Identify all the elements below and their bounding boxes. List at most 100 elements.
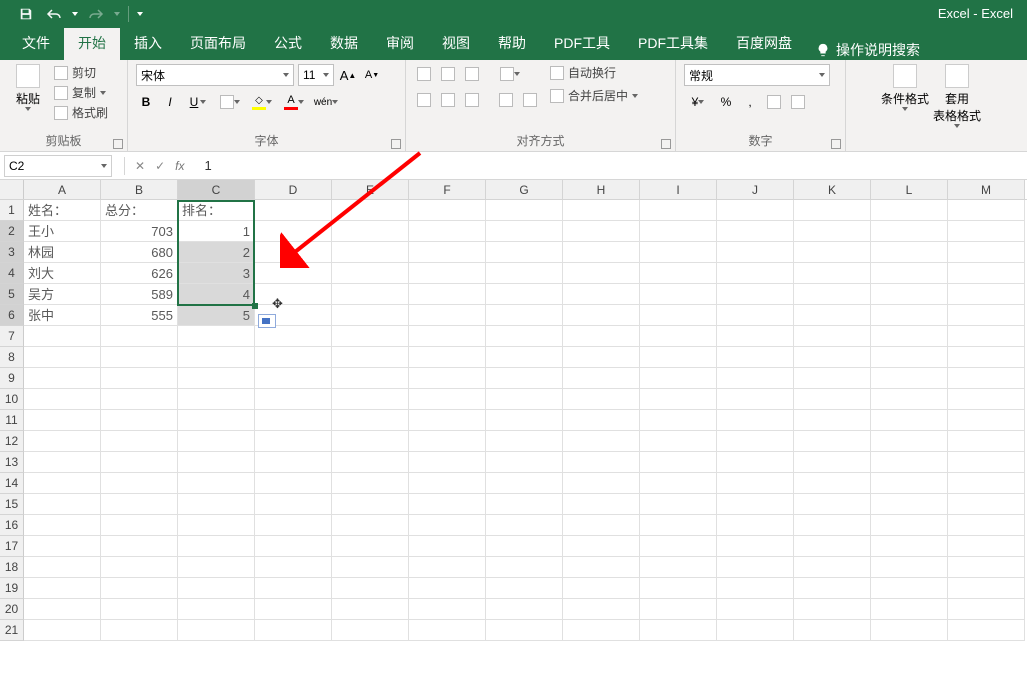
cell-A9[interactable] <box>24 368 101 389</box>
cell-J2[interactable] <box>717 221 794 242</box>
cell-D3[interactable] <box>255 242 332 263</box>
cell-I16[interactable] <box>640 515 717 536</box>
cell-E12[interactable] <box>332 431 409 452</box>
tab-insert[interactable]: 插入 <box>120 27 176 60</box>
row-header-18[interactable]: 18 <box>0 557 24 578</box>
cell-C8[interactable] <box>178 347 255 368</box>
cell-F3[interactable] <box>409 242 486 263</box>
cell-J9[interactable] <box>717 368 794 389</box>
tab-home[interactable]: 开始 <box>64 27 120 60</box>
cell-E4[interactable] <box>332 263 409 284</box>
cell-L20[interactable] <box>871 599 948 620</box>
cell-I9[interactable] <box>640 368 717 389</box>
number-dialog-launcher[interactable] <box>831 139 841 149</box>
cell-J20[interactable] <box>717 599 794 620</box>
cell-D19[interactable] <box>255 578 332 599</box>
cell-C13[interactable] <box>178 452 255 473</box>
cell-L8[interactable] <box>871 347 948 368</box>
cell-C19[interactable] <box>178 578 255 599</box>
cell-A18[interactable] <box>24 557 101 578</box>
cell-B2[interactable]: 703 <box>101 221 178 242</box>
cell-I10[interactable] <box>640 389 717 410</box>
cell-B20[interactable] <box>101 599 178 620</box>
cell-C14[interactable] <box>178 473 255 494</box>
border-button[interactable] <box>216 92 244 112</box>
cell-J18[interactable] <box>717 557 794 578</box>
cell-C10[interactable] <box>178 389 255 410</box>
cell-J21[interactable] <box>717 620 794 641</box>
cell-F8[interactable] <box>409 347 486 368</box>
cell-E18[interactable] <box>332 557 409 578</box>
alignment-dialog-launcher[interactable] <box>661 139 671 149</box>
cell-I7[interactable] <box>640 326 717 347</box>
cell-M9[interactable] <box>948 368 1025 389</box>
cell-C4[interactable]: 3 <box>178 263 255 284</box>
cell-F16[interactable] <box>409 515 486 536</box>
cell-H4[interactable] <box>563 263 640 284</box>
font-color-button[interactable]: A <box>280 92 308 112</box>
cell-H20[interactable] <box>563 599 640 620</box>
cell-J13[interactable] <box>717 452 794 473</box>
cell-H5[interactable] <box>563 284 640 305</box>
cell-I13[interactable] <box>640 452 717 473</box>
align-center-button[interactable] <box>438 90 458 110</box>
cell-C15[interactable] <box>178 494 255 515</box>
cell-J4[interactable] <box>717 263 794 284</box>
cell-A4[interactable]: 刘大 <box>24 263 101 284</box>
table-format-button[interactable]: 套用 表格格式 <box>937 64 977 128</box>
cell-A1[interactable]: 姓名： <box>24 200 101 221</box>
cell-A19[interactable] <box>24 578 101 599</box>
cell-G8[interactable] <box>486 347 563 368</box>
cell-L15[interactable] <box>871 494 948 515</box>
cell-G18[interactable] <box>486 557 563 578</box>
cell-J15[interactable] <box>717 494 794 515</box>
cell-M17[interactable] <box>948 536 1025 557</box>
cell-D17[interactable] <box>255 536 332 557</box>
wrap-text-button[interactable]: 自动换行 <box>550 64 638 81</box>
cell-I20[interactable] <box>640 599 717 620</box>
select-all-corner[interactable] <box>0 180 24 199</box>
cell-G6[interactable] <box>486 305 563 326</box>
cell-E10[interactable] <box>332 389 409 410</box>
cell-L12[interactable] <box>871 431 948 452</box>
cell-C16[interactable] <box>178 515 255 536</box>
row-header-3[interactable]: 3 <box>0 242 24 263</box>
row-header-8[interactable]: 8 <box>0 347 24 368</box>
copy-more-icon[interactable] <box>100 91 106 95</box>
cell-D15[interactable] <box>255 494 332 515</box>
cell-E11[interactable] <box>332 410 409 431</box>
cell-G10[interactable] <box>486 389 563 410</box>
cell-C17[interactable] <box>178 536 255 557</box>
undo-more-icon[interactable] <box>72 12 78 16</box>
autofill-options-button[interactable] <box>258 314 276 328</box>
cell-F7[interactable] <box>409 326 486 347</box>
tab-pdftoolset[interactable]: PDF工具集 <box>624 27 722 60</box>
cell-F12[interactable] <box>409 431 486 452</box>
cell-H2[interactable] <box>563 221 640 242</box>
cell-M1[interactable] <box>948 200 1025 221</box>
cell-I18[interactable] <box>640 557 717 578</box>
cell-M11[interactable] <box>948 410 1025 431</box>
cell-K8[interactable] <box>794 347 871 368</box>
cell-L10[interactable] <box>871 389 948 410</box>
cell-B1[interactable]: 总分： <box>101 200 178 221</box>
orientation-button[interactable] <box>496 64 524 84</box>
cell-M6[interactable] <box>948 305 1025 326</box>
align-left-button[interactable] <box>414 90 434 110</box>
column-header-L[interactable]: L <box>871 180 948 199</box>
cell-C9[interactable] <box>178 368 255 389</box>
cell-K5[interactable] <box>794 284 871 305</box>
cell-B7[interactable] <box>101 326 178 347</box>
cell-L9[interactable] <box>871 368 948 389</box>
cell-M10[interactable] <box>948 389 1025 410</box>
cell-B13[interactable] <box>101 452 178 473</box>
cell-G5[interactable] <box>486 284 563 305</box>
undo-icon[interactable] <box>44 4 64 24</box>
column-header-F[interactable]: F <box>409 180 486 199</box>
cell-M8[interactable] <box>948 347 1025 368</box>
cell-K9[interactable] <box>794 368 871 389</box>
column-header-D[interactable]: D <box>255 180 332 199</box>
cell-I12[interactable] <box>640 431 717 452</box>
cell-G3[interactable] <box>486 242 563 263</box>
cell-C6[interactable]: 5 <box>178 305 255 326</box>
